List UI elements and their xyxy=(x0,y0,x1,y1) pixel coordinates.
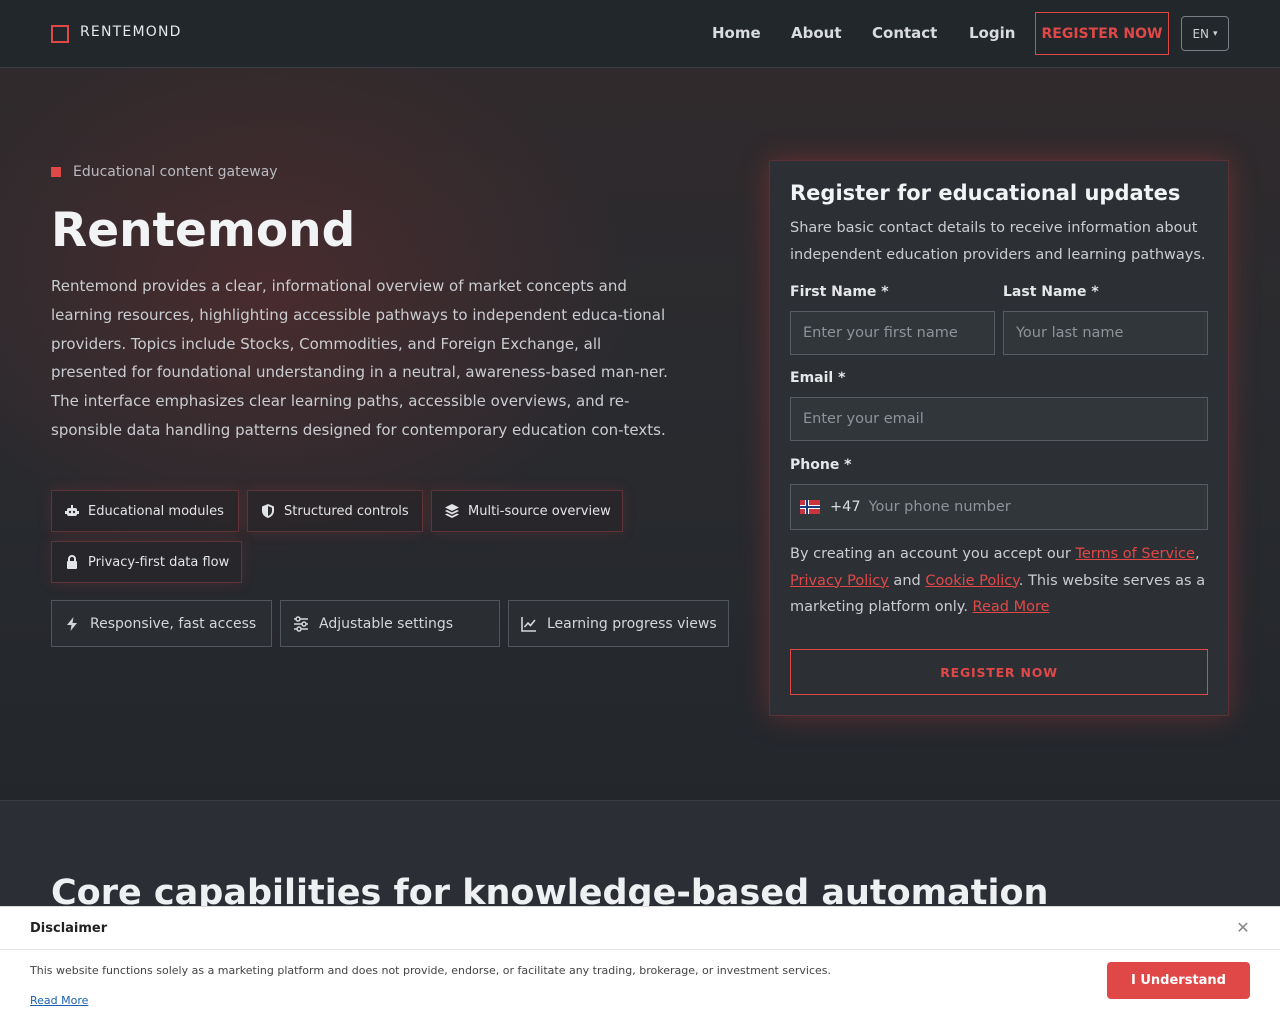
chip-label: Privacy-first data flow xyxy=(88,554,230,570)
disclaimer-read-more-link[interactable]: Read More xyxy=(30,994,88,1007)
phone-country-code[interactable]: +47 xyxy=(830,499,861,515)
nav-link-contact[interactable]: Contact xyxy=(872,24,937,42)
brand-name[interactable]: RENTEMOND xyxy=(80,24,182,40)
first-name-label: First Name * xyxy=(790,284,889,300)
nav-link-login[interactable]: Login xyxy=(969,24,1015,42)
language-selector[interactable]: EN ▾ xyxy=(1181,16,1229,51)
chip-label: Multi-source overview xyxy=(468,503,611,519)
phone-label: Phone * xyxy=(790,457,852,473)
layers-icon xyxy=(444,503,460,519)
read-more-link[interactable]: Read More xyxy=(973,599,1050,615)
chip-structured-controls: Structured controls xyxy=(247,490,423,532)
feature-responsive-access: Responsive, fast access xyxy=(51,600,272,647)
top-navbar: RENTEMOND Home About Contact Login REGIS… xyxy=(0,0,1280,68)
terms-prefix: By creating an account you accept our xyxy=(790,546,1076,562)
disclaimer-title: Disclaimer xyxy=(30,921,108,936)
robot-icon xyxy=(64,503,80,519)
email-label: Email * xyxy=(790,370,846,386)
terms-of-service-link[interactable]: Terms of Service xyxy=(1075,546,1194,562)
understand-button[interactable]: I Understand xyxy=(1107,962,1250,999)
chip-label: Educational modules xyxy=(88,503,224,519)
feature-learning-progress: Learning progress views xyxy=(508,600,729,647)
nav-register-button[interactable]: REGISTER NOW xyxy=(1035,12,1169,55)
chip-educational-modules: Educational modules xyxy=(51,490,239,532)
cookie-policy-link[interactable]: Cookie Policy xyxy=(925,573,1018,589)
feature-label: Learning progress views xyxy=(547,615,717,632)
feature-label: Adjustable settings xyxy=(319,615,454,632)
chart-line-icon xyxy=(521,616,537,632)
form-subtitle: Share basic contact details to receive i… xyxy=(790,220,1206,263)
chip-label: Structured controls xyxy=(284,503,409,519)
chip-privacy-first: Privacy-first data flow xyxy=(51,541,242,583)
register-submit-button[interactable]: REGISTER NOW xyxy=(790,649,1208,695)
close-icon[interactable]: ✕ xyxy=(1234,919,1252,937)
phone-field[interactable]: +47 Your phone number xyxy=(790,484,1208,530)
hero-eyebrow: Educational content gateway xyxy=(73,164,278,180)
registration-form: Register for educational updates Share b… xyxy=(769,160,1229,716)
nav-link-about[interactable]: About xyxy=(791,24,842,42)
terms-notice: By creating an account you accept our Te… xyxy=(790,541,1210,621)
eyebrow-marker xyxy=(51,167,61,177)
logo-icon[interactable] xyxy=(51,25,69,43)
terms-and: and xyxy=(888,572,926,589)
chevron-down-icon: ▾ xyxy=(1213,28,1218,39)
privacy-policy-link[interactable]: Privacy Policy xyxy=(790,573,889,589)
disclaimer-banner: Disclaimer ✕ This website functions sole… xyxy=(0,906,1280,1024)
form-title: Register for educational updates xyxy=(790,181,1181,205)
nav-link-home[interactable]: Home xyxy=(712,24,761,42)
last-name-field[interactable]: Your last name xyxy=(1003,311,1208,355)
lock-icon xyxy=(64,554,80,570)
sliders-icon xyxy=(293,615,309,632)
feature-adjustable-settings: Adjustable settings xyxy=(280,600,500,647)
last-name-label: Last Name * xyxy=(1003,284,1099,300)
feature-label: Responsive, fast access xyxy=(90,615,257,632)
chip-multi-source-overview: Multi-source overview xyxy=(431,490,623,532)
hero-description: Rentemond provides a clear, informationa… xyxy=(51,277,668,439)
phone-placeholder: Your phone number xyxy=(868,499,1011,515)
norway-flag-icon[interactable] xyxy=(800,500,820,514)
disclaimer-header: Disclaimer ✕ xyxy=(0,907,1280,950)
hero-title: Rentemond xyxy=(51,203,356,258)
bolt-icon xyxy=(64,616,80,632)
disclaimer-text: This website functions solely as a marke… xyxy=(30,964,831,977)
terms-comma: , xyxy=(1194,546,1200,562)
email-field[interactable]: Enter your email xyxy=(790,397,1208,441)
language-label: EN xyxy=(1192,26,1210,41)
first-name-field[interactable]: Enter your first name xyxy=(790,311,995,355)
shield-icon xyxy=(260,503,276,519)
